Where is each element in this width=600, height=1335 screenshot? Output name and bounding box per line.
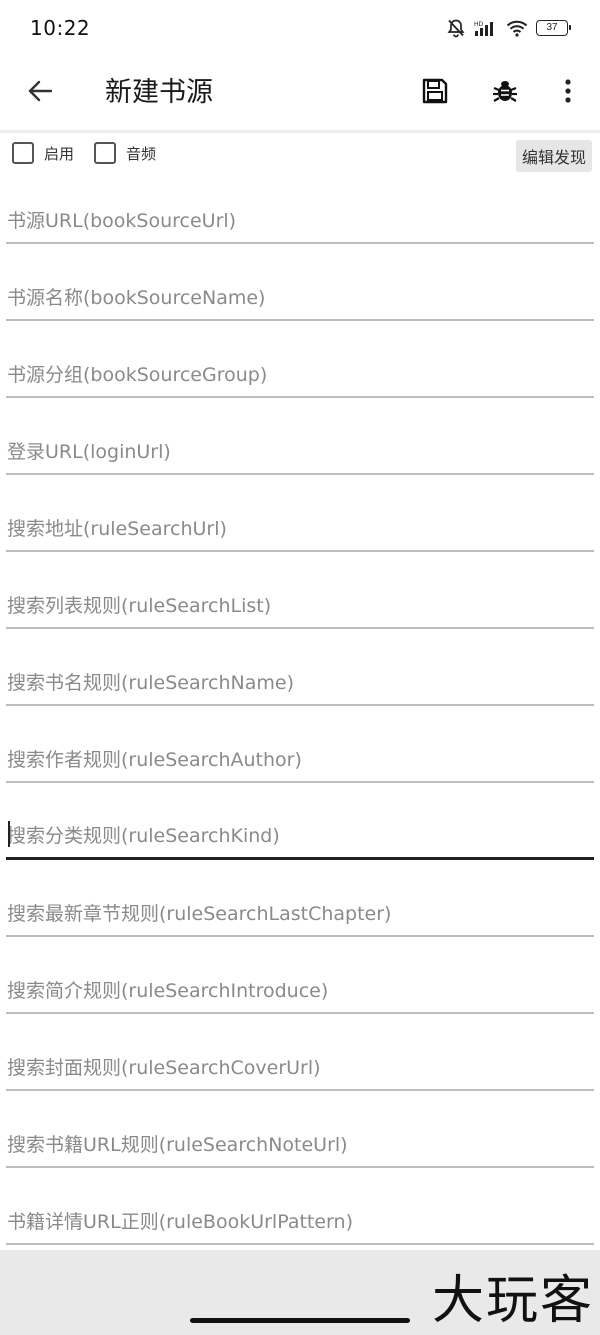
rule-search-cover-url-input[interactable] bbox=[6, 1053, 595, 1083]
rule-search-list-input[interactable] bbox=[6, 591, 595, 621]
svg-text:HD: HD bbox=[474, 21, 484, 28]
toolbar-divider bbox=[0, 130, 600, 133]
rule-search-note-url-input[interactable] bbox=[6, 1130, 595, 1160]
options-row: 启用 音频 编辑发现 bbox=[0, 136, 600, 178]
field-rule-search-cover-url[interactable] bbox=[6, 1027, 595, 1091]
rule-search-name-input[interactable] bbox=[6, 668, 595, 698]
field-rule-search-note-url[interactable] bbox=[6, 1104, 595, 1168]
back-button[interactable] bbox=[22, 75, 58, 111]
field-rule-search-kind[interactable] bbox=[6, 796, 595, 860]
field-login-url[interactable] bbox=[6, 411, 595, 475]
more-button[interactable] bbox=[548, 73, 588, 113]
field-rule-search-author[interactable] bbox=[6, 719, 595, 783]
save-icon bbox=[421, 77, 449, 109]
gesture-nav-handle[interactable] bbox=[190, 1318, 410, 1323]
book-source-group-input[interactable] bbox=[6, 360, 595, 390]
field-rule-search-url[interactable] bbox=[6, 488, 595, 552]
rule-search-introduce-input[interactable] bbox=[6, 976, 595, 1006]
field-rule-book-url-pattern[interactable] bbox=[6, 1181, 595, 1245]
battery-level: 37 bbox=[546, 22, 558, 33]
book-source-name-input[interactable] bbox=[6, 283, 595, 313]
text-caret bbox=[8, 821, 10, 847]
audio-checkbox-label: 音频 bbox=[126, 144, 157, 163]
login-url-input[interactable] bbox=[6, 437, 595, 467]
rule-search-url-input[interactable] bbox=[6, 514, 595, 544]
field-rule-search-name[interactable] bbox=[6, 642, 595, 706]
status-icons: HD 37 bbox=[446, 18, 571, 38]
wifi-icon bbox=[506, 19, 528, 37]
audio-checkbox[interactable]: 音频 bbox=[94, 142, 156, 164]
toolbar: 新建书源 bbox=[0, 55, 600, 130]
bottom-bar: 大玩客 bbox=[0, 1250, 600, 1335]
debug-button[interactable] bbox=[485, 73, 525, 113]
save-button[interactable] bbox=[415, 73, 455, 113]
back-arrow-icon bbox=[26, 77, 54, 109]
rule-book-url-pattern-input[interactable] bbox=[6, 1207, 595, 1237]
enable-checkbox-box[interactable] bbox=[12, 142, 34, 164]
page-title: 新建书源 bbox=[105, 77, 213, 108]
status-bar: 10:22 HD 37 bbox=[0, 0, 600, 55]
enable-checkbox[interactable]: 启用 bbox=[12, 142, 74, 164]
mute-bell-icon bbox=[446, 18, 466, 38]
field-rule-search-last-chapter[interactable] bbox=[6, 873, 595, 937]
field-rule-search-introduce[interactable] bbox=[6, 950, 595, 1014]
signal-icon: HD bbox=[474, 19, 498, 37]
watermark: 大玩客 bbox=[431, 1271, 594, 1331]
bug-icon bbox=[491, 77, 519, 109]
rule-search-author-input[interactable] bbox=[6, 745, 595, 775]
battery-icon: 37 bbox=[536, 19, 571, 36]
audio-checkbox-box[interactable] bbox=[94, 142, 116, 164]
field-rule-search-list[interactable] bbox=[6, 565, 595, 629]
edit-discover-button[interactable]: 编辑发现 bbox=[515, 140, 592, 172]
field-book-source-group[interactable] bbox=[6, 334, 595, 398]
rule-search-last-chapter-input[interactable] bbox=[6, 899, 595, 929]
field-book-source-name[interactable] bbox=[6, 257, 595, 321]
status-time: 10:22 bbox=[30, 15, 91, 40]
rule-search-kind-input[interactable] bbox=[6, 821, 595, 851]
enable-checkbox-label: 启用 bbox=[44, 144, 75, 163]
more-vert-icon bbox=[563, 77, 573, 109]
book-source-url-input[interactable] bbox=[6, 206, 595, 236]
field-book-source-url[interactable] bbox=[6, 180, 595, 244]
